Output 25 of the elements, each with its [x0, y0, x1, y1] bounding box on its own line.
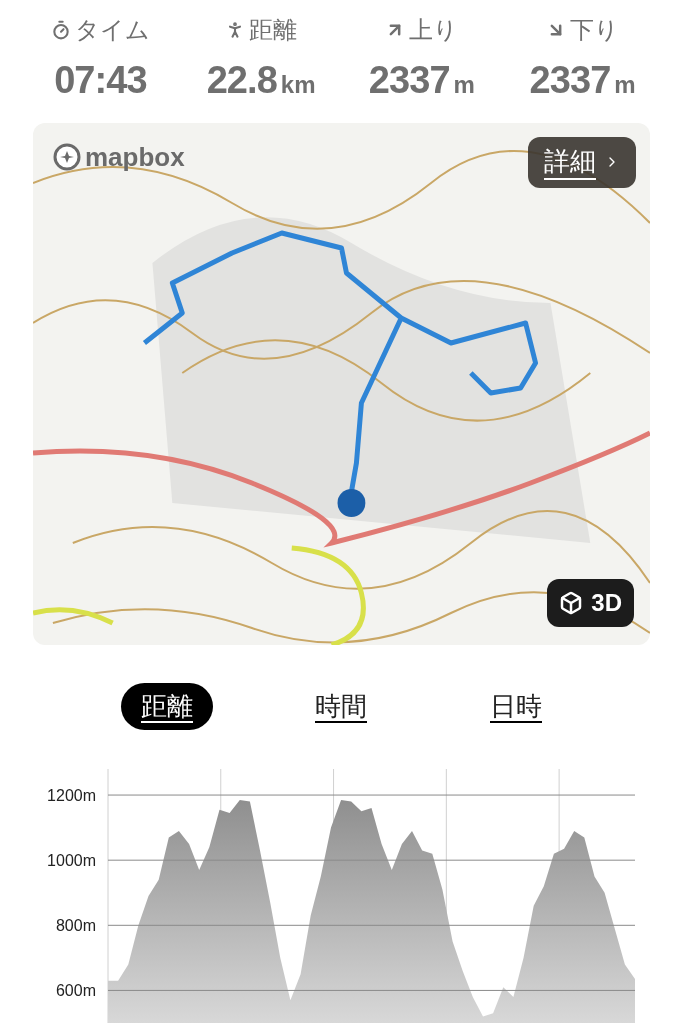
stat-value: 07:43	[54, 58, 147, 103]
stat-label: 距離	[249, 15, 298, 45]
stat-label: 下り	[570, 15, 620, 45]
stat-value: 2337	[529, 58, 611, 103]
3d-view-button[interactable]: 3D	[547, 579, 634, 627]
stat-unit: km	[280, 70, 316, 100]
map-attribution: mapbox	[85, 144, 185, 170]
tab[interactable]: 日時	[469, 683, 562, 730]
tab[interactable]: 距離	[121, 683, 214, 730]
map[interactable]: mapbox 詳細 3D	[33, 123, 650, 645]
stopwatch-icon	[50, 20, 71, 40]
axis-label: 1000m	[47, 852, 96, 870]
stat-unit: m	[614, 70, 636, 100]
stat-value: 22.8	[206, 58, 277, 103]
details-button[interactable]: 詳細	[528, 137, 636, 188]
stat-unit: m	[453, 70, 475, 100]
stat-label: 上り	[409, 15, 459, 45]
axis-label: 1200m	[47, 787, 96, 805]
axis-label: 800m	[55, 917, 96, 935]
stat-label: タイム	[74, 15, 150, 45]
stat-value: 2337	[368, 58, 450, 103]
axis-label: 600m	[55, 982, 96, 1000]
compass-logo-icon	[53, 143, 81, 171]
tab[interactable]: 時間	[295, 683, 388, 730]
cube-icon	[559, 591, 584, 615]
